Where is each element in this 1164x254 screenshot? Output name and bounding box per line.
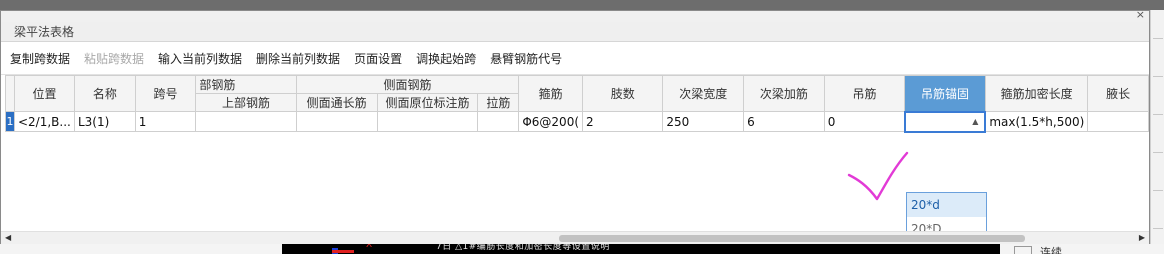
drawing-canvas[interactable]: X 7日 △1#编筋长度和加密长度等设置说明 <box>282 244 1000 254</box>
header-section-rebar[interactable]: 部钢筋 <box>195 75 297 94</box>
header-tie[interactable]: 拉筋 <box>477 93 520 112</box>
toolbar: 复制跨数据 粘贴跨数据 输入当前列数据 删除当前列数据 页面设置 调换起始跨 悬… <box>1 42 1149 75</box>
header-stirrup-dense-length[interactable]: 箍筋加密长度 <box>984 75 1089 112</box>
input-column-button[interactable]: 输入当前列数据 <box>158 50 242 67</box>
close-icon[interactable]: × <box>1136 8 1145 21</box>
cell-name[interactable]: L3(1) <box>73 111 136 132</box>
header-top-rebar[interactable]: 上部钢筋 <box>195 93 297 112</box>
copy-span-button[interactable]: 复制跨数据 <box>10 50 70 67</box>
header-span-no[interactable]: 跨号 <box>134 75 197 112</box>
scroll-thumb[interactable] <box>559 235 1025 242</box>
header-stirrup[interactable]: 箍筋 <box>518 75 584 112</box>
cell-side-original[interactable] <box>376 111 479 132</box>
header-corner <box>5 75 15 112</box>
cell-stirrup-dense-length[interactable]: max(1.5*h,500) <box>984 111 1089 132</box>
cantilever-code-button[interactable]: 悬臂钢筋代号 <box>490 50 562 67</box>
beam-table-dialog: × 梁平法表格 复制跨数据 粘贴跨数据 输入当前列数据 删除当前列数据 页面设置… <box>0 8 1150 244</box>
cell-haunch[interactable] <box>1087 111 1149 132</box>
dropdown-option[interactable]: 20*d <box>907 193 986 217</box>
side-item-label: 连续 <box>1040 246 1062 254</box>
cell-position[interactable]: <2/1,B... <box>13 111 75 132</box>
cell-side-through[interactable] <box>295 111 378 132</box>
side-checkbox[interactable] <box>1014 246 1032 254</box>
dialog-caption: × <box>1 8 1149 22</box>
header-hanger[interactable]: 吊筋 <box>823 75 906 112</box>
header-side-through[interactable]: 侧面通长筋 <box>295 93 378 112</box>
header-legs[interactable]: 肢数 <box>582 75 664 112</box>
cell-secondary-beam-added[interactable]: 6 <box>743 111 825 132</box>
axis-x-marker <box>332 250 354 253</box>
header-haunch[interactable]: 腋长 <box>1087 75 1149 112</box>
swap-start-span-button[interactable]: 调换起始跨 <box>416 50 476 67</box>
checkmark-annotation <box>847 151 909 201</box>
canvas-text: 7日 △1#编筋长度和加密长度等设置说明 <box>436 244 610 252</box>
cell-stirrup[interactable]: Φ6@200( <box>518 111 584 132</box>
header-secondary-beam-width[interactable]: 次梁宽度 <box>662 75 745 112</box>
app-side-panel <box>1150 10 1164 254</box>
cell-tie[interactable] <box>477 111 520 132</box>
page-setup-button[interactable]: 页面设置 <box>354 50 402 67</box>
scroll-left-icon[interactable]: ◀ <box>5 233 11 242</box>
row-number[interactable]: 1 <box>5 111 15 132</box>
header-side-original[interactable]: 侧面原位标注筋 <box>376 93 479 112</box>
cell-hanger-anchor-combo[interactable]: ▲ <box>903 110 987 133</box>
cell-secondary-beam-width[interactable]: 250 <box>662 111 745 132</box>
cell-legs[interactable]: 2 <box>582 111 664 132</box>
cell-top-rebar[interactable] <box>195 111 297 132</box>
cell-hanger[interactable]: 0 <box>823 111 906 132</box>
axis-x-label: X <box>366 244 373 250</box>
dialog-title: 梁平法表格 <box>1 22 1149 42</box>
table-row: 1 <2/1,B... L3(1) 1 Φ6@200( 2 250 6 0 ▲ … <box>5 110 1149 133</box>
delete-column-button[interactable]: 删除当前列数据 <box>256 50 340 67</box>
paste-span-button[interactable]: 粘贴跨数据 <box>84 50 144 67</box>
beam-grid: 位置 名称 跨号 部钢筋 侧面钢筋 箍筋 肢数 次梁宽度 次梁加筋 吊筋 吊筋锚… <box>1 75 1149 242</box>
header-side-rebar[interactable]: 侧面钢筋 <box>295 75 520 94</box>
header-secondary-beam-added[interactable]: 次梁加筋 <box>743 75 825 112</box>
header-name[interactable]: 名称 <box>73 75 136 112</box>
beam-table: 位置 名称 跨号 部钢筋 侧面钢筋 箍筋 肢数 次梁宽度 次梁加筋 吊筋 吊筋锚… <box>5 75 1149 133</box>
header-hanger-anchor[interactable]: 吊筋锚固 <box>904 75 986 112</box>
header-position[interactable]: 位置 <box>13 75 75 112</box>
horizontal-scrollbar[interactable]: ◀ ▶ <box>1 231 1149 244</box>
dropdown-toggle-icon[interactable]: ▲ <box>972 117 978 126</box>
cell-span-no[interactable]: 1 <box>134 111 197 132</box>
scroll-right-icon[interactable]: ▶ <box>1139 233 1145 242</box>
app-topbar <box>0 0 1164 10</box>
